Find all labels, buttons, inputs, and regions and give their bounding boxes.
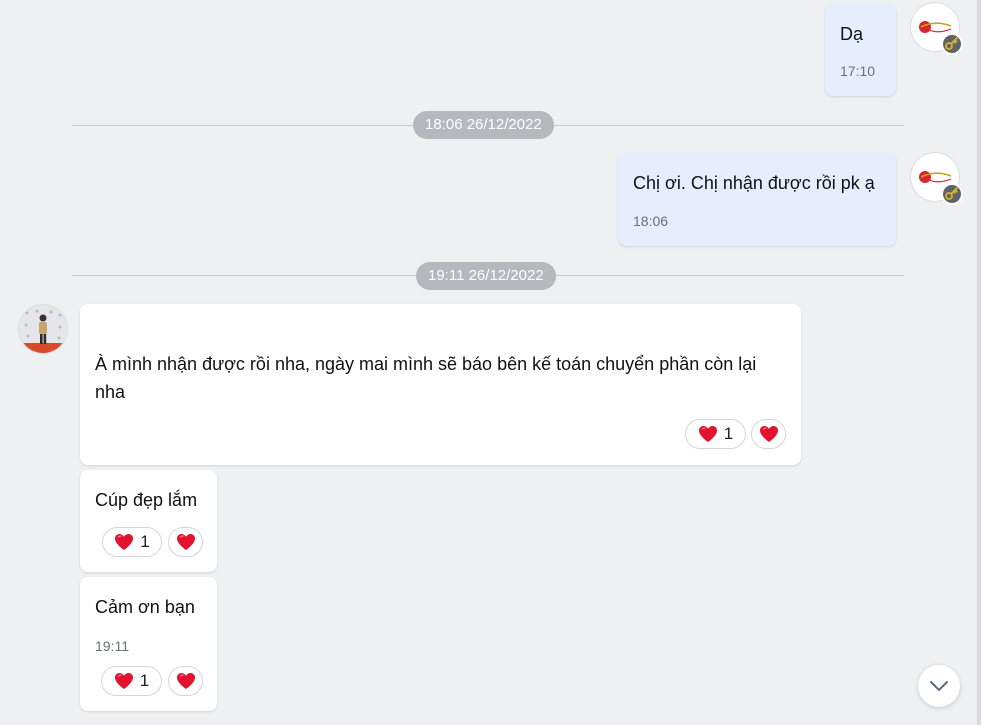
message-text-line: nha bbox=[95, 382, 126, 402]
message-bubble-incoming[interactable]: Cúp đẹp lắm 1 bbox=[80, 470, 217, 572]
heart-reaction-count[interactable]: 1 bbox=[101, 666, 162, 696]
message-text: Dạ bbox=[840, 24, 864, 44]
reaction-count: 1 bbox=[140, 532, 150, 551]
contact-avatar[interactable] bbox=[19, 305, 67, 353]
message-bubble-outgoing[interactable]: Chị ơi. Chị nhận được rồi pk ạ 18:06 bbox=[618, 153, 896, 246]
my-avatar[interactable] bbox=[911, 3, 963, 55]
heart-icon bbox=[176, 534, 195, 550]
message-text-line: À mình nhận được rồi nha, ngày mai mình … bbox=[95, 354, 757, 374]
message-bubble-incoming[interactable]: Cảm ơn bạn 19:11 1 bbox=[80, 577, 217, 711]
key-icon bbox=[941, 183, 963, 205]
add-heart-reaction-button[interactable] bbox=[168, 666, 203, 696]
heart-reaction-count[interactable]: 1 bbox=[685, 419, 746, 449]
reaction-count: 1 bbox=[723, 424, 734, 443]
message-time: 17:10 bbox=[840, 63, 876, 79]
message-bubble-outgoing[interactable]: Dạ 17:10 bbox=[825, 3, 896, 96]
person-photo-icon bbox=[19, 305, 67, 353]
heart-icon bbox=[759, 426, 778, 442]
date-divider-label: 18:06 26/12/2022 bbox=[413, 111, 554, 139]
message-time: 19:11 bbox=[95, 638, 129, 654]
add-heart-reaction-button[interactable] bbox=[168, 527, 203, 557]
add-heart-reaction-button[interactable] bbox=[751, 419, 786, 449]
heart-icon bbox=[176, 673, 195, 689]
message-time: 18:06 bbox=[633, 213, 669, 229]
heart-icon bbox=[698, 426, 717, 442]
scrollbar-track[interactable] bbox=[977, 0, 981, 725]
date-divider-label: 19:11 26/12/2022 bbox=[416, 262, 556, 290]
chevron-down-icon bbox=[930, 681, 948, 691]
chat-window: Dạ 17:10 18:06 26/12/2022 Chị ơi. Chị nh… bbox=[0, 0, 981, 725]
key-icon bbox=[941, 33, 963, 55]
message-bubble-incoming[interactable]: À mình nhận được rồi nha, ngày mai mình … bbox=[80, 304, 801, 465]
scroll-to-bottom-button[interactable] bbox=[918, 665, 960, 707]
my-avatar[interactable] bbox=[911, 153, 963, 205]
message-text: Cảm ơn bạn bbox=[95, 597, 195, 617]
message-text: Cúp đẹp lắm bbox=[95, 490, 198, 510]
heart-reaction-count[interactable]: 1 bbox=[102, 527, 162, 557]
heart-icon bbox=[114, 673, 133, 689]
message-text: Chị ơi. Chị nhận được rồi pk ạ bbox=[633, 173, 875, 193]
reaction-count: 1 bbox=[139, 671, 150, 690]
heart-icon bbox=[115, 534, 134, 550]
